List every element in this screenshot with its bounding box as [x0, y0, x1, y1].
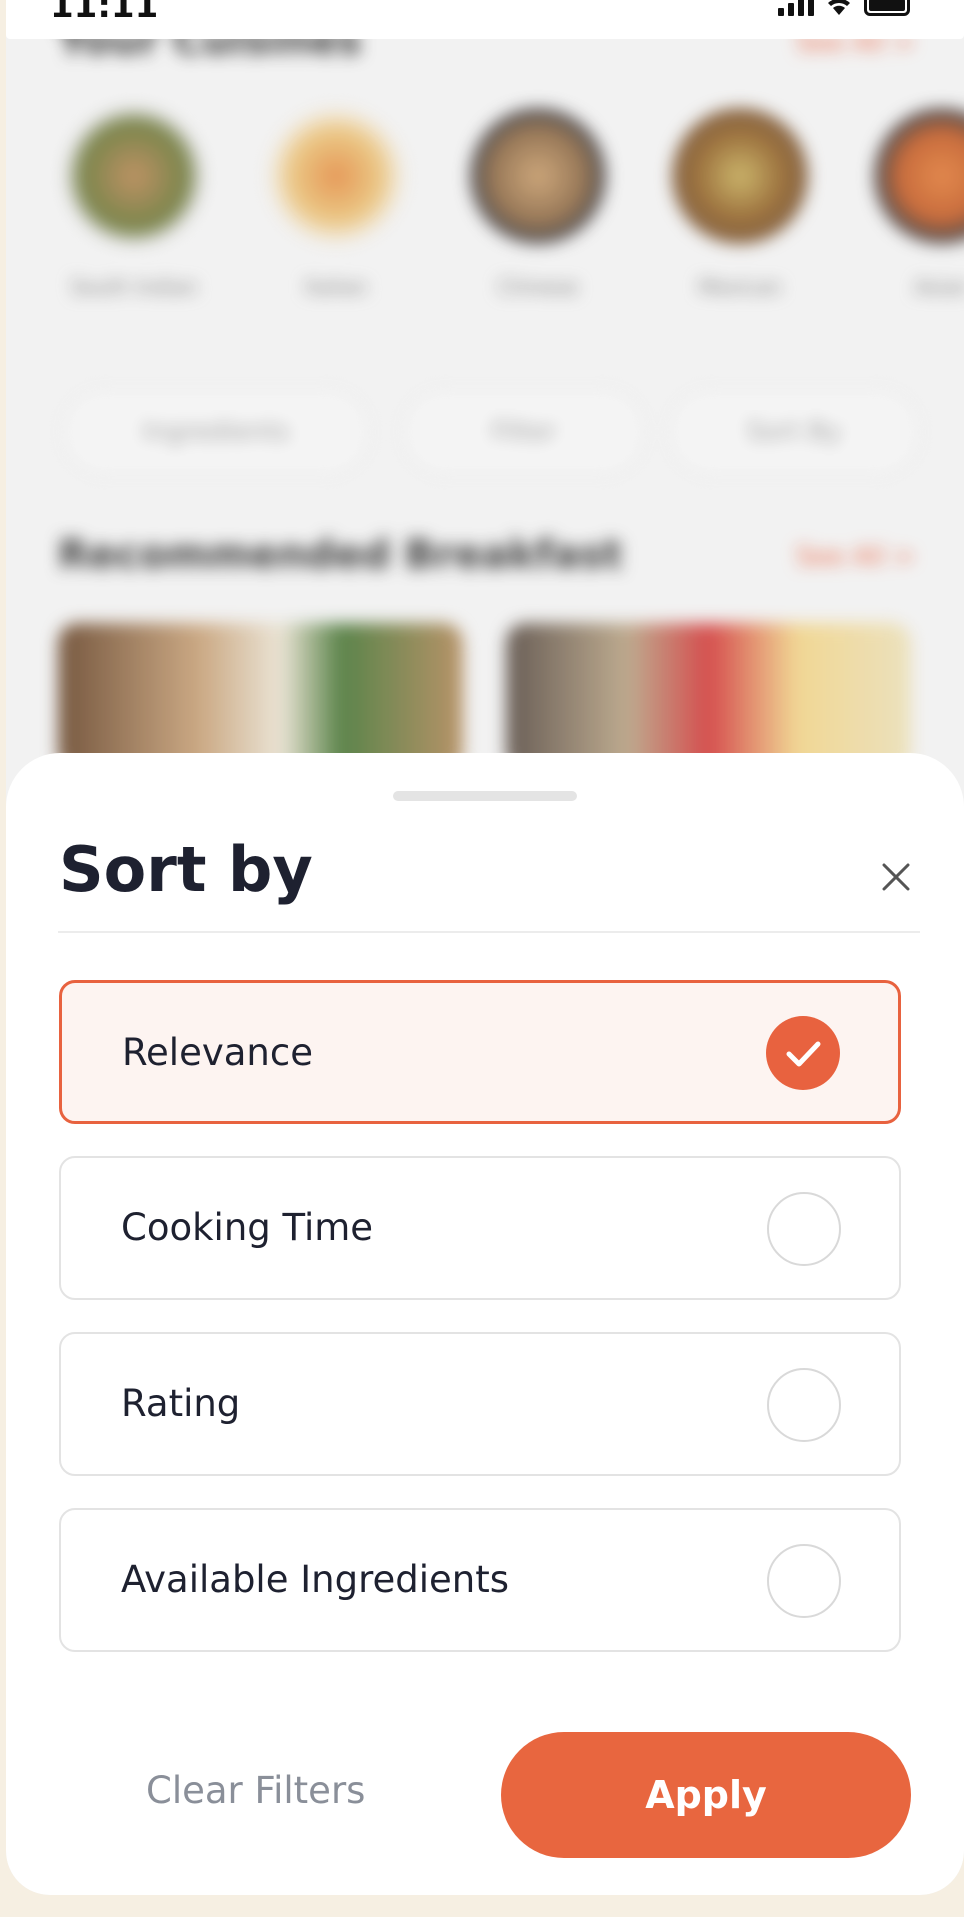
drag-handle[interactable] — [393, 791, 577, 801]
sort-option-label: Cooking Time — [121, 1206, 374, 1249]
close-button[interactable] — [876, 857, 916, 897]
sort-option-relevance[interactable]: Relevance — [59, 980, 901, 1124]
sort-option-label: Rating — [121, 1382, 241, 1425]
wifi-icon — [828, 0, 850, 15]
sort-bottom-sheet: Sort by Relevance Cooking Time Rating Av… — [6, 753, 964, 1895]
status-bar: 11:11 — [6, 0, 964, 39]
sort-option-available-ingredients[interactable]: Available Ingredients — [59, 1508, 901, 1652]
battery-icon — [864, 0, 910, 16]
radio-checked[interactable] — [766, 1016, 840, 1090]
signal-icon — [778, 0, 814, 16]
radio-unchecked[interactable] — [767, 1544, 841, 1618]
status-time: 11:11 — [50, 0, 159, 26]
check-icon — [786, 1041, 821, 1067]
sort-option-cooking-time[interactable]: Cooking Time — [59, 1156, 901, 1300]
apply-button[interactable]: Apply — [501, 1732, 911, 1858]
divider — [58, 931, 920, 933]
radio-unchecked[interactable] — [767, 1192, 841, 1266]
close-icon — [882, 863, 910, 891]
sort-option-label: Relevance — [122, 1031, 313, 1074]
radio-unchecked[interactable] — [767, 1368, 841, 1442]
sort-option-label: Available Ingredients — [121, 1558, 510, 1601]
clear-filters-button[interactable]: Clear Filters — [146, 1769, 365, 1812]
sort-option-rating[interactable]: Rating — [59, 1332, 901, 1476]
sheet-title: Sort by — [59, 833, 313, 906]
status-icons — [778, 0, 910, 16]
app-screen: Your Cuisines See All > South Indian Ita… — [6, 0, 964, 1895]
